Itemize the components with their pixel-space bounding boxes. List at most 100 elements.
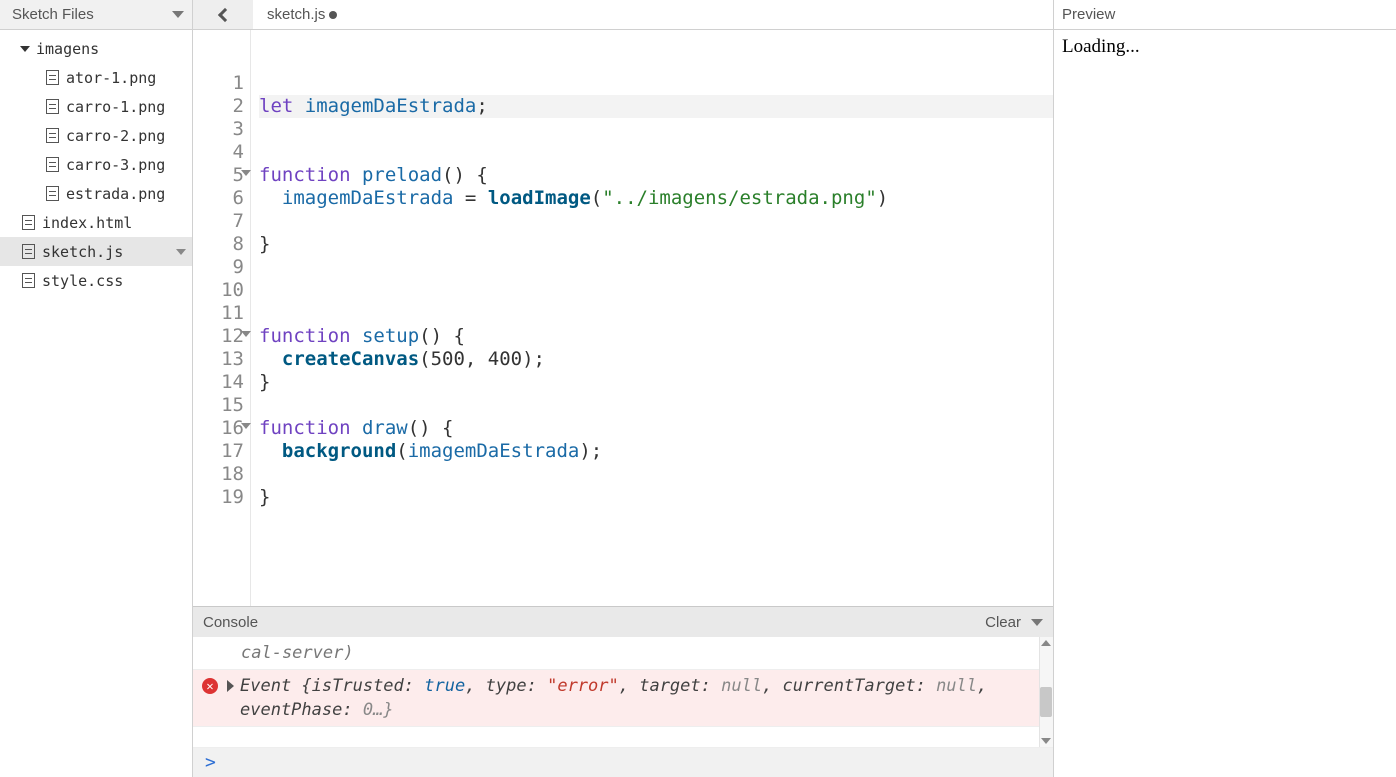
prompt-caret: > — [205, 752, 216, 773]
tree-file[interactable]: carro-3.png — [0, 150, 192, 179]
file-tree: imagens ator-1.png carro-1.png carro-2.p… — [0, 30, 192, 299]
identifier: imagemDaEstrada — [408, 440, 580, 462]
file-label: estrada.png — [66, 185, 186, 203]
sidebar-menu-icon[interactable] — [172, 11, 184, 18]
file-options-icon[interactable] — [176, 249, 186, 255]
line-number: 3 — [193, 118, 250, 141]
console-header: Console Clear — [193, 607, 1053, 637]
console-body[interactable]: cal-server) ✕ Event {isTrusted: true, ty… — [193, 637, 1053, 747]
keyword: function — [259, 164, 351, 186]
line-number: 14 — [193, 371, 250, 394]
keyword: let — [259, 95, 293, 117]
file-icon — [46, 157, 59, 172]
line-number: 10 — [193, 279, 250, 302]
line-number: 6 — [193, 187, 250, 210]
console-collapse-icon[interactable] — [1031, 619, 1043, 626]
scroll-down-icon[interactable] — [1040, 735, 1052, 747]
console-text: Event {isTrusted: true, type: "error", t… — [240, 674, 1041, 722]
chevron-left-icon — [218, 7, 232, 21]
preview-title: Preview — [1062, 6, 1115, 23]
line-number: 12 — [193, 325, 250, 348]
tree-file[interactable]: ator-1.png — [0, 63, 192, 92]
file-label: index.html — [42, 214, 186, 232]
file-icon — [22, 244, 35, 259]
line-number: 15 — [193, 394, 250, 417]
folder-label: imagens — [36, 40, 186, 58]
preview-status: Loading... — [1062, 36, 1140, 57]
file-label: ator-1.png — [66, 69, 186, 87]
editor-column: sketch.js 12345678910111213141516171819 … — [193, 0, 1053, 777]
scrollbar-thumb[interactable] — [1040, 687, 1052, 717]
function-call: loadImage — [488, 187, 591, 209]
fold-icon[interactable] — [241, 170, 251, 176]
tree-folder-imagens[interactable]: imagens — [0, 34, 192, 63]
console-prompt[interactable]: > — [193, 747, 1053, 777]
console-panel: Console Clear cal-server) ✕ Event {isTru… — [193, 606, 1053, 777]
console-error-message[interactable]: ✕ Event {isTrusted: true, type: "error",… — [193, 670, 1053, 727]
line-number: 2 — [193, 95, 250, 118]
scroll-up-icon[interactable] — [1040, 637, 1052, 649]
line-number: 4 — [193, 141, 250, 164]
console-title: Console — [203, 614, 258, 631]
file-label: carro-3.png — [66, 156, 186, 174]
fold-icon[interactable] — [241, 331, 251, 337]
folder-caret-icon — [20, 46, 30, 52]
file-icon — [46, 70, 59, 85]
fold-icon[interactable] — [241, 423, 251, 429]
identifier: imagemDaEstrada — [305, 95, 477, 117]
scrollbar[interactable] — [1039, 637, 1053, 747]
clear-button[interactable]: Clear — [985, 614, 1021, 631]
code-content[interactable]: let imagemDaEstrada; function preload() … — [251, 30, 1053, 606]
tree-file[interactable]: style.css — [0, 266, 192, 295]
preview-header: Preview — [1054, 0, 1396, 30]
line-number: 9 — [193, 256, 250, 279]
function-call: background — [282, 440, 396, 462]
preview-panel: Preview Loading... — [1053, 0, 1396, 777]
tree-file[interactable]: index.html — [0, 208, 192, 237]
file-icon — [22, 215, 35, 230]
file-sidebar: Sketch Files imagens ator-1.png carro-1.… — [0, 0, 193, 777]
file-icon — [22, 273, 35, 288]
dirty-indicator-icon — [329, 11, 337, 19]
function-name: setup — [362, 325, 419, 347]
line-number-gutter: 12345678910111213141516171819 — [193, 30, 251, 606]
line-number: 11 — [193, 302, 250, 325]
file-label: carro-2.png — [66, 127, 186, 145]
line-number: 5 — [193, 164, 250, 187]
line-number: 17 — [193, 440, 250, 463]
file-label: sketch.js — [42, 243, 176, 261]
expand-icon[interactable] — [227, 680, 234, 692]
tree-file[interactable]: estrada.png — [0, 179, 192, 208]
code-editor[interactable]: 12345678910111213141516171819 let imagem… — [193, 30, 1053, 606]
back-button[interactable] — [193, 0, 253, 29]
editor-tab[interactable]: sketch.js — [253, 0, 351, 29]
function-call: createCanvas — [282, 348, 419, 370]
console-message: cal-server) — [193, 637, 1053, 670]
tree-file[interactable]: carro-1.png — [0, 92, 192, 121]
error-icon: ✕ — [201, 677, 219, 695]
line-number: 8 — [193, 233, 250, 256]
line-number: 13 — [193, 348, 250, 371]
tree-file[interactable]: carro-2.png — [0, 121, 192, 150]
line-number: 19 — [193, 486, 250, 509]
function-name: draw — [362, 417, 408, 439]
preview-body: Loading... — [1054, 30, 1396, 777]
file-icon — [46, 99, 59, 114]
line-number: 16 — [193, 417, 250, 440]
keyword: function — [259, 417, 351, 439]
sidebar-title: Sketch Files — [12, 6, 94, 23]
file-icon — [46, 186, 59, 201]
function-name: preload — [362, 164, 442, 186]
tree-file-selected[interactable]: sketch.js — [0, 237, 192, 266]
file-label: style.css — [42, 272, 186, 290]
keyword: function — [259, 325, 351, 347]
args: (500, 400); — [419, 348, 545, 370]
editor-tabs: sketch.js — [193, 0, 1053, 30]
string-literal: "../imagens/estrada.png" — [602, 187, 877, 209]
sidebar-header: Sketch Files — [0, 0, 192, 30]
console-text: cal-server) — [241, 641, 354, 665]
file-icon — [46, 128, 59, 143]
line-number: 18 — [193, 463, 250, 486]
file-label: carro-1.png — [66, 98, 186, 116]
identifier: imagemDaEstrada — [282, 187, 454, 209]
